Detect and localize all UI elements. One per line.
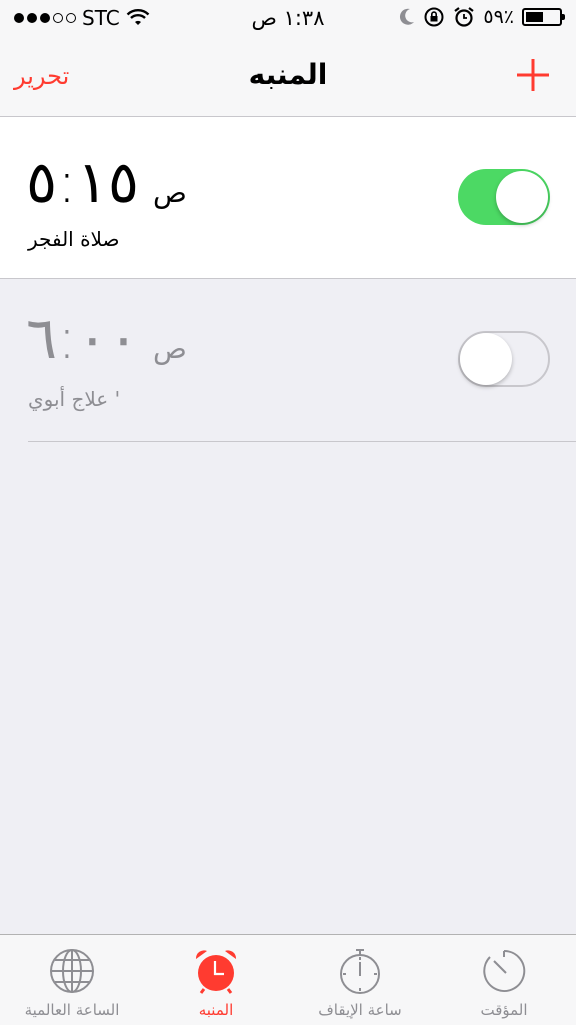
tab-alarm[interactable]: المنبه <box>144 935 288 1025</box>
tab-label: المنبه <box>198 1001 234 1019</box>
tab-timer[interactable]: المؤقت <box>432 935 576 1025</box>
alarm-label: علاج أبوي ' <box>28 387 121 411</box>
alarm-time-digits: ٦:٠٠ <box>26 304 139 372</box>
alarm-clock-icon <box>195 950 237 994</box>
toggle-knob <box>496 171 548 223</box>
page-title: المنبه <box>248 58 328 91</box>
timer-icon <box>483 949 526 992</box>
alarm-ampm: ص <box>153 176 187 209</box>
tab-world-clock[interactable]: الساعة العالمية <box>0 935 144 1025</box>
alarm-toggle[interactable] <box>458 169 550 225</box>
tab-bar: الساعة العالمية المنبه ساعة الإيقاف المؤ… <box>0 934 576 1025</box>
globe-icon <box>50 949 94 993</box>
alarm-row[interactable]: ٦:٠٠ ص علاج أبوي ' <box>0 279 576 442</box>
alarm-time: ٦:٠٠ ص <box>26 309 187 367</box>
moon-icon <box>400 8 415 25</box>
battery-percent: ٥٩٪ <box>483 6 514 28</box>
alarm-time: ٥:١٥ ص <box>26 153 187 211</box>
status-bar: STC ١:٣٨ ص ٥٩٪ <box>0 0 576 40</box>
navigation-bar: تحرير المنبه <box>0 40 576 117</box>
alarm-status-icon <box>454 7 475 27</box>
battery-fill <box>526 12 544 22</box>
alarm-row[interactable]: ٥:١٥ ص صلاة الفجر <box>0 117 576 279</box>
add-alarm-button[interactable] <box>516 58 550 92</box>
alarm-ampm: ص <box>153 332 187 365</box>
status-right: ٥٩٪ <box>399 6 565 28</box>
alarm-label: صلاة الفجر <box>28 227 120 251</box>
stopwatch-icon <box>340 949 380 994</box>
tab-label: المؤقت <box>480 1001 528 1019</box>
toggle-knob <box>460 333 512 385</box>
tab-label: الساعة العالمية <box>24 1001 120 1019</box>
battery-icon <box>522 8 565 26</box>
rotation-lock-icon <box>424 7 444 27</box>
tab-label: ساعة الإيقاف <box>318 1001 402 1019</box>
tab-stopwatch[interactable]: ساعة الإيقاف <box>288 935 432 1025</box>
alarm-time-digits: ٥:١٥ <box>26 148 139 216</box>
alarm-toggle[interactable] <box>458 331 550 387</box>
